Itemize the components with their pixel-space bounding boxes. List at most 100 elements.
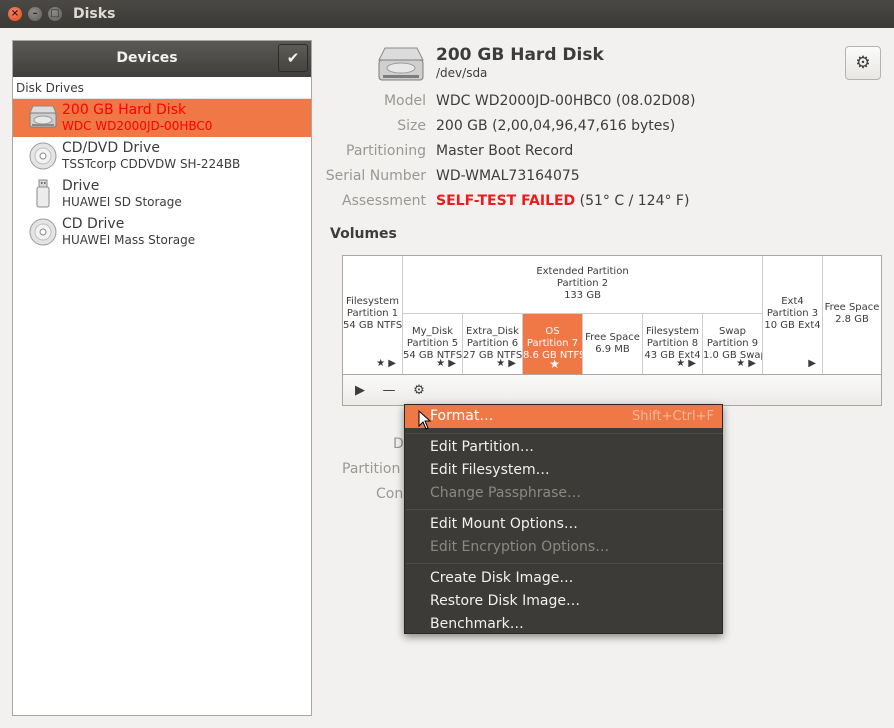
menu-item-format[interactable]: Format… Shift+Ctrl+F [405, 405, 722, 428]
volume-label: Free Space [824, 302, 880, 313]
volume-label: Partition 6 [466, 338, 519, 349]
volume-partition-8[interactable]: Filesystem Partition 8 43 GB Ext4 ★ ▶ [643, 314, 703, 374]
disk-device-path: /dev/sda [436, 66, 488, 80]
volume-label: Partition 2 [556, 278, 609, 289]
device-name: 200 GB Hard Disk [62, 102, 187, 118]
volume-label: Partition 7 [526, 338, 579, 349]
sidebar-item-drive[interactable]: Drive HUAWEI SD Storage [13, 175, 311, 213]
mount-star-icon: ★ ▶ [676, 358, 696, 369]
volume-partition-3[interactable]: Ext4 Partition 3 10 GB Ext4 ▶ [763, 256, 823, 374]
property-value: WDC WD2000JD-00HBC0 (08.02D08) [436, 93, 696, 109]
volume-partition-6[interactable]: Extra_Disk Partition 6 27 GB NTFS ★ ▶ [463, 314, 523, 374]
sidebar-section-disk-drives: Disk Drives [13, 77, 311, 99]
volume-label: My_Disk [411, 326, 454, 337]
mount-star-icon: ★ ▶ [376, 358, 396, 369]
mount-star-icon: ★ ▶ [496, 358, 516, 369]
delete-partition-button[interactable]: — [378, 381, 400, 401]
device-name: CD Drive [62, 216, 125, 232]
menu-item-benchmark[interactable]: Benchmark… [405, 613, 722, 636]
device-model: HUAWEI SD Storage [62, 195, 182, 209]
sidebar-item-cd-drive[interactable]: CD Drive HUAWEI Mass Storage [13, 213, 311, 251]
volume-label: Free Space [585, 332, 640, 343]
menu-item-label: Format… [430, 408, 494, 424]
volume-label: Partition 8 [646, 338, 699, 349]
volume-label: Extra_Disk [466, 326, 519, 337]
minimize-window-button[interactable]: – [28, 7, 42, 21]
maximize-window-button[interactable]: □ [48, 7, 62, 21]
select-mode-button[interactable]: ✔ [278, 44, 308, 72]
devices-sidebar: Devices ✔ Disk Drives 200 GB Hard Disk W… [12, 40, 312, 716]
volume-partition-9[interactable]: Swap Partition 9 1.0 GB Swap ★ ▶ [703, 314, 763, 374]
usb-drive-icon [36, 179, 50, 208]
window-title: Disks [73, 6, 116, 22]
menu-accelerator: Shift+Ctrl+F [632, 409, 714, 424]
hard-disk-icon [378, 47, 424, 81]
volumes-heading: Volumes [330, 226, 397, 242]
sidebar-header: Devices ✔ [13, 41, 311, 77]
volume-label: Partition 9 [706, 338, 759, 349]
property-label: Serial Number [325, 168, 426, 184]
volume-free-space-end[interactable]: Free Space 2.8 GB [823, 256, 881, 374]
volume-free-space[interactable]: Free Space 6.9 MB [583, 314, 643, 374]
property-row-size: Size 200 GB (2,00,04,96,47,616 bytes) [300, 118, 880, 138]
volume-label: 2.8 GB [835, 314, 869, 325]
menu-item-edit-partition[interactable]: Edit Partition… [405, 436, 722, 459]
menu-item-edit-mount-options[interactable]: Edit Mount Options… [405, 513, 722, 536]
volume-label: 6.9 MB [595, 344, 630, 355]
volume-extended-partition[interactable]: Extended Partition Partition 2 133 GB [403, 256, 763, 314]
hard-disk-icon [29, 105, 57, 128]
property-value: SELF-TEST FAILED (51° C / 124° F) [436, 193, 689, 209]
property-value: 200 GB (2,00,04,96,47,616 bytes) [436, 118, 676, 134]
assessment-status: SELF-TEST FAILED [436, 193, 576, 209]
volume-map: Filesystem Partition 1 54 GB NTFS ★ ▶ Ex… [342, 255, 882, 375]
mount-star-icon: ★ ▶ [436, 358, 456, 369]
menu-item-edit-filesystem[interactable]: Edit Filesystem… [405, 459, 722, 482]
disk-settings-button[interactable]: ⚙ [845, 46, 881, 80]
menu-item-create-disk-image[interactable]: Create Disk Image… [405, 567, 722, 590]
property-label: Partitioning [346, 143, 426, 159]
device-name: Drive [62, 178, 100, 194]
volume-label: Swap [718, 326, 746, 337]
close-window-button[interactable]: × [8, 7, 22, 21]
menu-separator [406, 509, 723, 510]
property-label: Partition [342, 461, 401, 477]
property-label: Assessment [342, 193, 426, 209]
checkmark-icon: ✔ [286, 49, 300, 67]
property-row-model: Model WDC WD2000JD-00HBC0 (08.02D08) [300, 93, 880, 113]
mount-button[interactable]: ▶ [349, 381, 371, 401]
property-label: Model [383, 93, 426, 109]
sidebar-item-200gb-hard-disk[interactable]: 200 GB Hard Disk WDC WD2000JD-00HBC0 [13, 99, 311, 137]
optical-disc-icon [29, 142, 57, 170]
device-model: WDC WD2000JD-00HBC0 [62, 119, 213, 133]
property-row-partitioning: Partitioning Master Boot Record [300, 143, 880, 163]
menu-separator [406, 563, 723, 564]
partition-context-menu: Format… Shift+Ctrl+F Edit Partition… Edi… [404, 404, 723, 634]
sidebar-title: Devices [116, 50, 178, 66]
volume-label: 10 GB Ext4 [764, 320, 821, 331]
mount-star-icon: ★ [549, 357, 560, 371]
play-icon: ▶ [355, 383, 365, 398]
property-label: D [393, 436, 404, 452]
volume-label: 54 GB NTFS [343, 320, 403, 331]
volume-partition-7[interactable]: OS Partition 7 8.6 GB NTFS ★ [523, 314, 583, 374]
assessment-temperature: (51° C / 124° F) [575, 193, 690, 209]
gear-icon: ⚙ [855, 53, 871, 73]
property-row-serial: Serial Number WD-WMAL73164075 [300, 168, 880, 188]
volume-label: 133 GB [564, 290, 601, 301]
property-value: Master Boot Record [436, 143, 574, 159]
device-model: HUAWEI Mass Storage [62, 233, 196, 247]
volume-partition-5[interactable]: My_Disk Partition 5 54 GB NTFS ★ ▶ [403, 314, 463, 374]
volume-label: Partition 3 [766, 308, 819, 319]
title-bar: × – □ Disks [0, 0, 894, 28]
sidebar-item-cd-dvd-drive[interactable]: CD/DVD Drive TSSTcorp CDDVDW SH-224BB [13, 137, 311, 175]
optical-disc-icon [29, 218, 57, 246]
menu-item-restore-disk-image[interactable]: Restore Disk Image… [405, 590, 722, 613]
volume-label: Filesystem [346, 296, 399, 307]
volume-partition-1[interactable]: Filesystem Partition 1 54 GB NTFS ★ ▶ [343, 256, 403, 374]
minus-icon: — [382, 383, 396, 398]
more-actions-button[interactable]: ⚙ [408, 381, 430, 401]
volume-toolbar: ▶ — ⚙ [342, 374, 882, 406]
volume-label: Extended Partition [536, 266, 629, 277]
disk-title: 200 GB Hard Disk [436, 45, 604, 65]
menu-separator [406, 433, 723, 434]
